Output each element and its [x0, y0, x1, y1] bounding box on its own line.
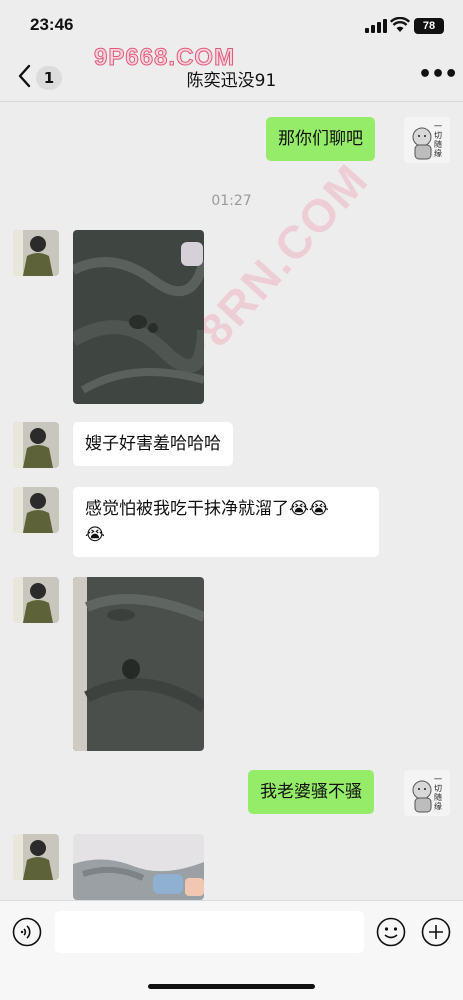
message-bubble-outgoing[interactable]: 那你们聊吧: [266, 117, 375, 161]
contact-avatar[interactable]: [13, 834, 59, 880]
bed-photo: [73, 834, 204, 900]
contact-avatar-image: [13, 487, 59, 533]
contact-avatar[interactable]: [13, 487, 59, 533]
message-timestamp: 01:27: [211, 193, 252, 209]
message-bubble-incoming[interactable]: 感觉怕被我吃干抹净就溜了😭😭 😭: [73, 487, 379, 557]
contact-avatar[interactable]: [13, 577, 59, 623]
bedsheet-photo: [73, 230, 204, 404]
wifi-icon: [390, 17, 410, 32]
home-indicator: [148, 984, 315, 989]
contact-avatar-image: [13, 834, 59, 880]
image-message[interactable]: [73, 577, 204, 751]
image-message[interactable]: [73, 230, 204, 404]
battery-indicator: 78: [414, 18, 444, 34]
message-bubble-incoming[interactable]: 嫂子好害羞哈哈哈: [73, 422, 233, 466]
voice-icon[interactable]: [12, 917, 42, 947]
contact-avatar[interactable]: [13, 230, 59, 276]
contact-avatar[interactable]: [13, 422, 59, 468]
plus-icon[interactable]: [421, 917, 451, 947]
bedsheet-photo: [73, 577, 204, 751]
contact-avatar-image: [13, 230, 59, 276]
message-text-line: 感觉怕被我吃干抹净就溜了😭😭: [85, 499, 329, 519]
sticker-caption: 一切随缘: [434, 122, 442, 158]
watermark-text: 9P668.COM: [93, 44, 236, 72]
emoji-icon[interactable]: [376, 917, 406, 947]
sticker-caption: 一切随缘: [434, 775, 442, 811]
more-icon[interactable]: •••: [418, 64, 458, 88]
cellular-signal-icon: [365, 19, 387, 33]
contact-avatar-image: [13, 422, 59, 468]
message-input[interactable]: [55, 911, 364, 953]
image-message[interactable]: [73, 834, 204, 900]
status-time: 23:46: [30, 15, 74, 34]
message-text-line: 😭: [85, 525, 105, 545]
message-bubble-outgoing[interactable]: 我老婆骚不骚: [248, 770, 374, 814]
contact-avatar-image: [13, 577, 59, 623]
